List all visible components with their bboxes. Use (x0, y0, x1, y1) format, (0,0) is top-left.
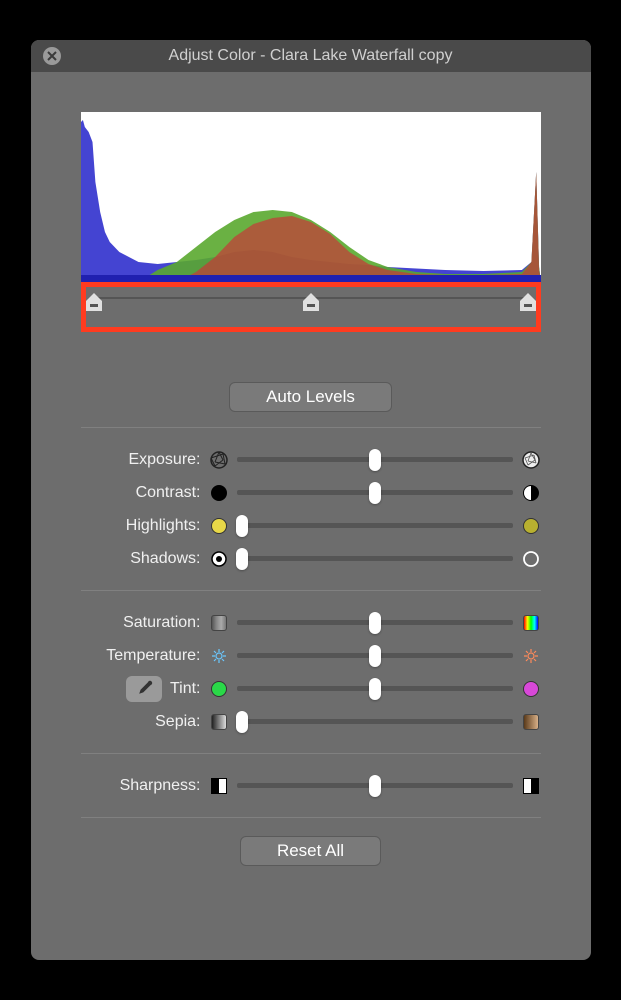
shadows-high-icon (521, 549, 541, 569)
histogram (81, 112, 541, 282)
white-point-marker[interactable] (520, 293, 536, 311)
sepia-low-icon (209, 712, 229, 732)
tint-magenta-icon (521, 679, 541, 699)
contrast-thumb[interactable] (369, 482, 381, 504)
contrast-high-icon (521, 483, 541, 503)
highlights-slider[interactable] (237, 523, 513, 528)
saturation-row: Saturation: (81, 606, 541, 639)
saturation-high-icon (521, 613, 541, 633)
levels-track[interactable] (94, 297, 528, 299)
aperture-open-icon (521, 450, 541, 470)
tint-row: Tint: (81, 672, 541, 705)
titlebar: Adjust Color - Clara Lake Waterfall copy (31, 40, 591, 72)
tint-label: Tint: (170, 680, 201, 698)
temperature-warm-icon (521, 646, 541, 666)
tint-green-icon (209, 679, 229, 699)
highlights-row: Highlights: (81, 509, 541, 542)
contrast-label: Contrast: (81, 484, 201, 502)
content: Auto Levels Exposure: Contrast: (31, 72, 591, 886)
tint-slider[interactable] (237, 686, 513, 691)
highlights-thumb[interactable] (236, 515, 248, 537)
sepia-slider[interactable] (237, 719, 513, 724)
divider (81, 817, 541, 818)
sepia-row: Sepia: (81, 705, 541, 738)
adjust-color-window: Adjust Color - Clara Lake Waterfall copy (31, 40, 591, 960)
temperature-thumb[interactable] (369, 645, 381, 667)
tint-thumb[interactable] (369, 678, 381, 700)
shadows-row: Shadows: (81, 542, 541, 575)
sepia-thumb[interactable] (236, 711, 248, 733)
shadows-thumb[interactable] (236, 548, 248, 570)
eyedropper-button[interactable] (126, 676, 162, 702)
shadows-low-icon (209, 549, 229, 569)
saturation-low-icon (209, 613, 229, 633)
divider (81, 590, 541, 591)
sharpness-thumb[interactable] (369, 775, 381, 797)
divider (81, 753, 541, 754)
auto-levels-button[interactable]: Auto Levels (229, 382, 392, 412)
temperature-row: Temperature: (81, 639, 541, 672)
sepia-label: Sepia: (81, 713, 201, 731)
saturation-label: Saturation: (81, 614, 201, 632)
temperature-slider[interactable] (237, 653, 513, 658)
sharpness-low-icon (209, 776, 229, 796)
highlights-label: Highlights: (81, 517, 201, 535)
exposure-group: Exposure: Contrast: (61, 438, 561, 580)
mid-point-marker[interactable] (303, 293, 319, 311)
exposure-row: Exposure: (81, 443, 541, 476)
levels-slider-highlight (81, 282, 541, 332)
shadows-label: Shadows: (81, 550, 201, 568)
color-group: Saturation: Temperature: (61, 601, 561, 743)
sharpness-high-icon (521, 776, 541, 796)
aperture-closed-icon (209, 450, 229, 470)
reset-all-button[interactable]: Reset All (240, 836, 381, 866)
contrast-slider[interactable] (237, 490, 513, 495)
close-button[interactable] (43, 47, 61, 65)
sepia-high-icon (521, 712, 541, 732)
saturation-slider[interactable] (237, 620, 513, 625)
temperature-label: Temperature: (81, 647, 201, 665)
highlights-high-icon (521, 516, 541, 536)
contrast-row: Contrast: (81, 476, 541, 509)
exposure-label: Exposure: (81, 451, 201, 469)
temperature-cold-icon (209, 646, 229, 666)
divider (81, 427, 541, 428)
sharpness-group: Sharpness: (61, 764, 561, 807)
window-title: Adjust Color - Clara Lake Waterfall copy (31, 47, 591, 65)
exposure-thumb[interactable] (369, 449, 381, 471)
exposure-slider[interactable] (237, 457, 513, 462)
sharpness-label: Sharpness: (81, 777, 201, 795)
highlights-low-icon (209, 516, 229, 536)
sharpness-slider[interactable] (237, 783, 513, 788)
contrast-low-icon (209, 483, 229, 503)
black-point-marker[interactable] (86, 293, 102, 311)
shadows-slider[interactable] (237, 556, 513, 561)
saturation-thumb[interactable] (369, 612, 381, 634)
sharpness-row: Sharpness: (81, 769, 541, 802)
